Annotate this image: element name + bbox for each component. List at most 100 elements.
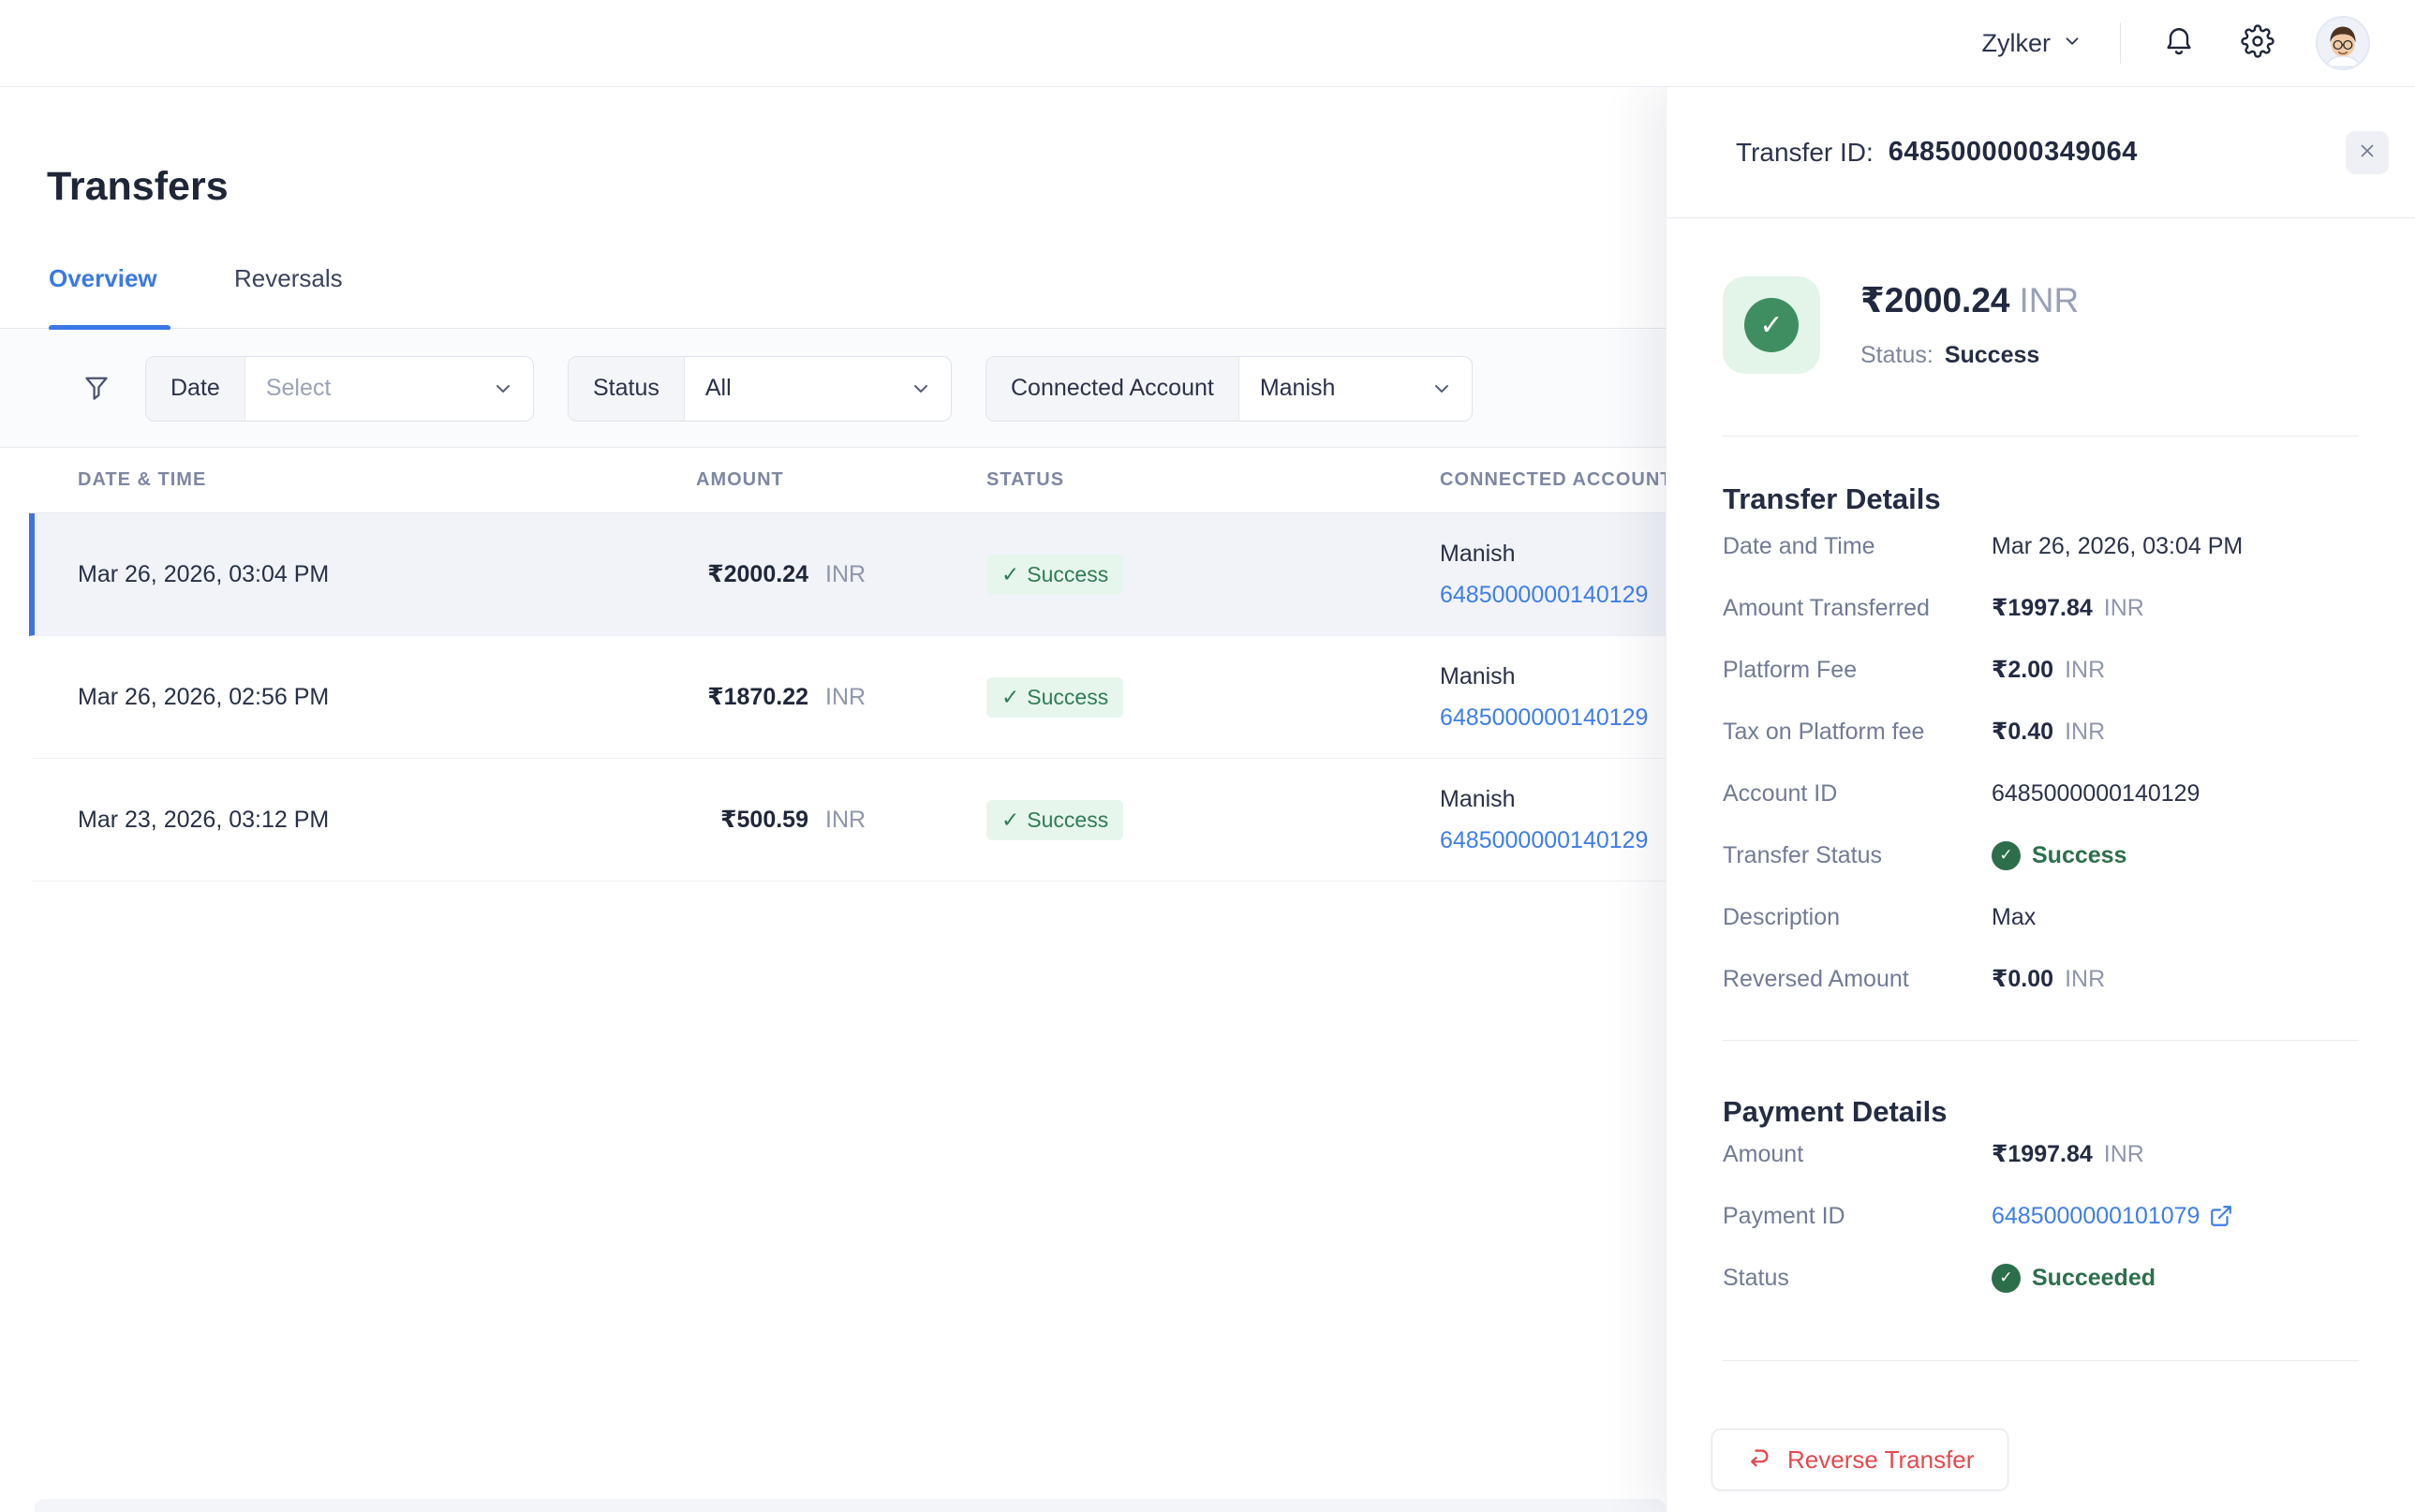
success-check-icon: ✓ <box>1992 841 2021 870</box>
link-text: 6485000000101079 <box>1992 1203 2200 1230</box>
table-body: Mar 26, 2026, 03:04 PM₹2000.24INR✓Succes… <box>29 513 1666 882</box>
detail-row: Account ID6485000000140129 <box>1723 763 2378 824</box>
success-check-icon: ✓ <box>1992 1264 2021 1293</box>
check-icon: ✓ <box>1001 562 1019 587</box>
topbar-divider <box>2120 22 2121 64</box>
status-tile: ✓ <box>1723 276 1820 374</box>
date-filter[interactable]: Date Select <box>145 356 534 422</box>
text-value: 6485000000140129 <box>1992 780 2200 808</box>
date-filter-label: Date <box>146 357 245 421</box>
summary-amount-currency: INR <box>2020 281 2080 319</box>
detail-row: Payment ID6485000000101079 <box>1723 1185 2378 1247</box>
chevron-down-icon <box>910 357 951 421</box>
cell-amount: ₹2000.24INR <box>630 560 940 588</box>
reverse-transfer-button[interactable]: Reverse Transfer <box>1711 1429 2008 1490</box>
transfer-details-panel: Transfer ID: 6485000000349064 ✓ ₹2000.24… <box>1666 87 2415 1512</box>
status-filter[interactable]: Status All <box>568 356 952 422</box>
detail-label: Date and Time <box>1723 533 1992 560</box>
cell-amount: ₹1870.22INR <box>630 683 940 711</box>
user-avatar[interactable] <box>2316 16 2370 70</box>
filter-button[interactable] <box>80 372 113 406</box>
detail-row: Amount₹1997.84 INR <box>1723 1123 2378 1185</box>
account-id-link[interactable]: 6485000000140129 <box>1440 697 1666 738</box>
detail-label: Account ID <box>1723 780 1992 808</box>
currency-value: ₹1997.84 <box>1992 594 2093 622</box>
detail-value: ₹1997.84 INR <box>1992 594 2144 622</box>
currency-code: INR <box>2104 1141 2144 1168</box>
table-row[interactable]: Mar 23, 2026, 03:12 PM₹500.59INR✓Success… <box>29 759 1666 882</box>
status-text: Success <box>1027 562 1108 587</box>
amount-currency: INR <box>825 807 866 834</box>
status-text: Success <box>1027 808 1108 833</box>
close-panel-button[interactable] <box>2346 131 2389 174</box>
account-id-link[interactable]: 6485000000140129 <box>1440 820 1666 861</box>
column-header-status: STATUS <box>940 469 1436 491</box>
cell-datetime: Mar 26, 2026, 02:56 PM <box>78 684 630 711</box>
app-window: Zylker <box>0 0 2415 1512</box>
check-icon: ✓ <box>1001 685 1019 710</box>
detail-value: ₹2.00INR <box>1992 656 2105 684</box>
account-name: Manish <box>1440 656 1666 697</box>
table-row[interactable]: Mar 26, 2026, 02:56 PM₹1870.22INR ✓ Succes… <box>29 636 1666 759</box>
account-id-link[interactable]: 6485000000140129 <box>1440 574 1666 615</box>
status-badge: ✓ Success <box>986 677 1123 718</box>
transfers-table: DATE & TIME AMOUNT STATUS CONNECTED ACCO… <box>29 448 1666 882</box>
cell-status: ✓ Success <box>940 677 1436 718</box>
cell-connected-account: Manish6485000000140129 <box>1436 533 1666 615</box>
transfer-id-value: 6485000000349064 <box>1889 137 2346 168</box>
currency-value: ₹0.00 <box>1992 965 2053 993</box>
settings-button[interactable] <box>2237 22 2278 64</box>
transfer-details-list: Date and TimeMar 26, 2026, 03:04 PMAmoun… <box>1723 515 2378 1010</box>
table-row[interactable]: Mar 26, 2026, 03:04 PM₹2000.24INR ✓ Succes… <box>29 513 1666 636</box>
detail-label: Reversed Amount <box>1723 966 1992 993</box>
reverse-arrow-icon <box>1746 1444 1772 1476</box>
cell-datetime: Mar 26, 2026, 03:04 PM <box>78 561 630 588</box>
org-name: Zylker <box>1982 29 2052 58</box>
status-text: Succeeded <box>2032 1265 2156 1292</box>
detail-row: Amount Transferred₹1997.84INR <box>1723 577 2378 639</box>
tab-overview[interactable]: Overview <box>49 264 157 293</box>
org-switcher[interactable]: Zylker <box>1982 29 2083 58</box>
status-text: Success <box>2032 842 2126 869</box>
gear-icon <box>2241 24 2274 63</box>
transfer-details-heading: Transfer Details <box>1723 482 1941 516</box>
detail-label: Description <box>1723 904 1992 931</box>
detail-label: Amount <box>1723 1141 1992 1168</box>
check-icon: ✓ <box>1001 808 1019 833</box>
currency-code: INR <box>2104 595 2144 622</box>
summary-status-label: Status: <box>1860 342 1933 368</box>
cell-datetime: Mar 23, 2026, 03:12 PM <box>78 807 630 834</box>
table-header-row: DATE & TIME AMOUNT STATUS CONNECTED ACCO… <box>29 448 1666 513</box>
reverse-transfer-label: Reverse Transfer <box>1787 1445 1974 1475</box>
date-filter-placeholder: Select <box>245 357 351 421</box>
tab-bar: Overview Reversals <box>0 238 1666 329</box>
amount-value: ₹2000.24 <box>630 560 808 588</box>
payment-details-list: Amount₹1997.84 INR Payment ID6485000000101… <box>1723 1123 2378 1309</box>
column-header-connected-account: CONNECTED ACCOUNT <box>1436 469 1666 491</box>
tab-reversals[interactable]: Reversals <box>234 264 343 293</box>
detail-value: 6485000000140129 <box>1992 780 2200 808</box>
detail-row: Transfer Status✓Success <box>1723 824 2378 886</box>
currency-code: INR <box>2065 657 2105 684</box>
filter-bar: Date Select Status All Connected Account… <box>0 330 1666 448</box>
detail-row: Platform Fee₹2.00INR <box>1723 639 2378 701</box>
amount-currency: INR <box>825 684 866 711</box>
status-text: Success <box>1027 685 1108 710</box>
detail-row: DescriptionMax <box>1723 886 2378 948</box>
payment-id-link[interactable]: 6485000000101079 <box>1992 1203 2233 1230</box>
panel-divider <box>1723 1360 2359 1361</box>
status-filter-value: All <box>685 357 752 421</box>
connected-account-filter[interactable]: Connected Account Manish <box>985 356 1473 422</box>
notifications-button[interactable] <box>2158 22 2200 64</box>
detail-row: Date and TimeMar 26, 2026, 03:04 PM <box>1723 515 2378 577</box>
panel-header: Transfer ID: 6485000000349064 <box>1667 87 2415 218</box>
account-name: Manish <box>1440 778 1666 820</box>
connected-account-filter-value: Manish <box>1239 357 1356 421</box>
detail-label: Payment ID <box>1723 1203 1992 1230</box>
detail-value: ✓ Success <box>1992 841 2126 870</box>
detail-value: ₹0.40INR <box>1992 718 2105 746</box>
currency-value: ₹0.40 <box>1992 718 2053 746</box>
detail-row: Tax on Platform fee₹0.40INR <box>1723 701 2378 763</box>
detail-value: ₹1997.84 INR <box>1992 1140 2144 1168</box>
currency-value: ₹1997.84 <box>1992 1140 2093 1168</box>
